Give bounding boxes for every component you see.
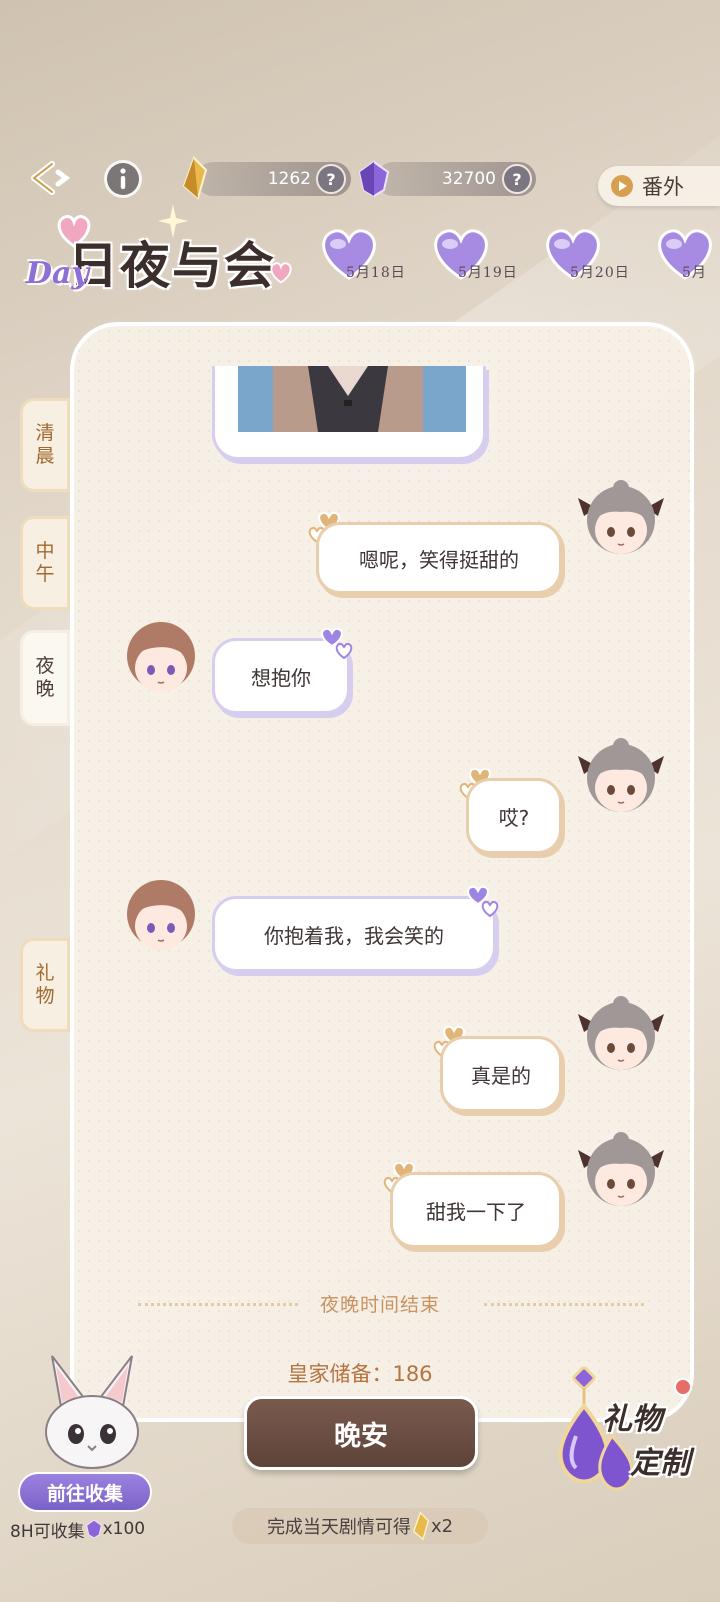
divider-line-right (484, 1303, 644, 1306)
tab-noon-label: 中午 (35, 540, 55, 585)
collect-reward-prefix: 8H可收集 (10, 1521, 85, 1542)
date-label: 5月18日 (346, 265, 406, 281)
completion-reward: 完成当天剧情可得 x2 (232, 1508, 488, 1544)
completion-reward-suffix: x2 (430, 1515, 454, 1537)
user-avatar-icon[interactable] (578, 734, 664, 820)
extra-story-label: 番外 (642, 175, 684, 199)
message-text: 甜我一下了 (426, 1199, 526, 1224)
message-bubble-partner[interactable]: 你抱着我，我会笑的 (212, 896, 496, 972)
message-text: 真是的 (471, 1063, 531, 1088)
message-bubble-user[interactable]: 真是的 (440, 1036, 562, 1112)
message-text: 你抱着我，我会笑的 (264, 923, 444, 948)
gem-currency-value: 32700 (441, 169, 496, 189)
divider-line-left (138, 1303, 298, 1306)
tab-noon[interactable]: 中午 (20, 516, 70, 610)
user-avatar-icon[interactable] (578, 1128, 664, 1214)
goodnight-button[interactable]: 晚安 (244, 1396, 478, 1470)
message-bubble-user[interactable]: 嗯呢，笑得挺甜的 (316, 522, 562, 594)
goodnight-label: 晚安 (334, 1420, 388, 1452)
gold-help-button[interactable]: ? (316, 164, 346, 194)
heart-small-icon (270, 262, 292, 284)
date-chip[interactable]: 5月18日 (316, 226, 428, 290)
notification-dot-icon (674, 1378, 692, 1396)
photo-image (238, 366, 466, 432)
message-bubble-user[interactable]: 哎? (466, 778, 562, 854)
partner-avatar-icon[interactable] (118, 872, 204, 958)
gold-crystal-icon (182, 156, 208, 200)
message-text: 哎? (498, 805, 530, 830)
tab-night-label: 夜晚 (35, 655, 55, 700)
purple-gem-icon (85, 1519, 102, 1539)
tab-morning[interactable]: 清晨 (20, 398, 70, 492)
collect-reward-info: 8H可收集 x100 (10, 1516, 180, 1542)
message-text: 嗯呢，笑得挺甜的 (359, 547, 519, 572)
back-button[interactable] (24, 156, 80, 200)
message-bubble-user[interactable]: 甜我一下了 (390, 1172, 562, 1248)
gold-crystal-icon (412, 1511, 430, 1541)
collect-reward-suffix: x100 (102, 1519, 146, 1539)
info-icon (107, 163, 139, 195)
tab-night[interactable]: 夜晚 (20, 630, 70, 726)
game-logo: 日夜与会 Day (22, 204, 312, 308)
info-button[interactable] (104, 160, 142, 198)
rabbit-mascot-icon[interactable] (32, 1352, 152, 1472)
collect-button[interactable]: 前往收集 (18, 1472, 152, 1512)
date-chip[interactable]: 5月19日 (428, 226, 540, 290)
user-avatar-icon[interactable] (578, 992, 664, 1078)
tab-morning-label: 清晨 (35, 422, 55, 467)
gem-currency-display: 32700 ? (358, 160, 536, 198)
date-chip[interactable]: 5月 (652, 226, 720, 290)
date-selector: 5月18日 5月19日 5月20日 5月 (316, 226, 720, 296)
back-arrow-icon (31, 161, 71, 195)
tab-gifts[interactable]: 礼物 (20, 938, 70, 1032)
gold-currency-value: 1262 (267, 169, 311, 189)
extra-story-button[interactable]: 番外 (598, 166, 720, 206)
photo-message-card[interactable] (212, 366, 486, 460)
gift-custom-button[interactable]: 礼物 定制 (536, 1366, 720, 1506)
date-chip[interactable]: 5月20日 (540, 226, 652, 290)
gold-currency-display: 1262 ? (182, 156, 351, 200)
logo-day: Day (26, 256, 89, 291)
gift-custom-line2: 定制 (630, 1446, 690, 1481)
date-label: 5月19日 (458, 265, 518, 281)
tab-gifts-label: 礼物 (35, 962, 55, 1007)
gem-help-button[interactable]: ? (502, 164, 532, 194)
completion-reward-prefix: 完成当天剧情可得 (266, 1517, 411, 1538)
partner-avatar-icon[interactable] (118, 614, 204, 700)
heart-bubble-icon (321, 627, 353, 660)
heart-bubble-icon (467, 885, 499, 918)
date-label: 5月20日 (570, 265, 630, 281)
royal-reserve-text: 皇家储备：186 (287, 1362, 433, 1386)
collect-button-label: 前往收集 (46, 1482, 123, 1505)
logo-title: 日夜与会 (68, 236, 276, 295)
section-end-label: 夜晚时间结束 (319, 1294, 440, 1316)
user-avatar-icon[interactable] (578, 476, 664, 562)
message-text: 想抱你 (251, 665, 311, 690)
play-icon (611, 175, 633, 197)
date-label: 5月 (682, 265, 707, 281)
gift-custom-line1: 礼物 (602, 1402, 662, 1437)
purple-gem-icon (358, 160, 390, 198)
